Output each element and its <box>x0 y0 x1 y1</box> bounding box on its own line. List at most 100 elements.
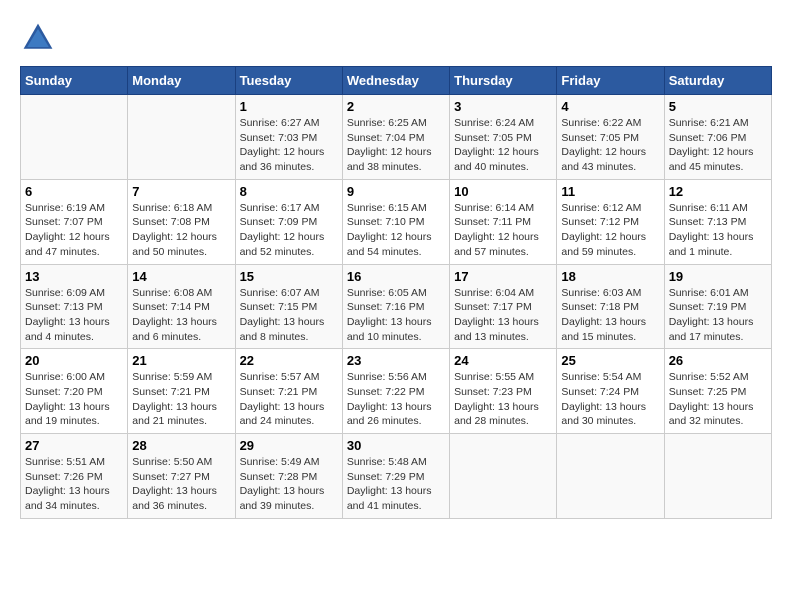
day-number: 15 <box>240 269 338 284</box>
day-number: 20 <box>25 353 123 368</box>
week-row-1: 1 Sunrise: 6:27 AMSunset: 7:03 PMDaylight… <box>21 95 772 180</box>
day-info: Sunrise: 5:52 AMSunset: 7:25 PMDaylight:… <box>669 370 767 429</box>
calendar-cell: 26 Sunrise: 5:52 AMSunset: 7:25 PMDayligh… <box>664 349 771 434</box>
day-info: Sunrise: 5:48 AMSunset: 7:29 PMDaylight:… <box>347 455 445 514</box>
day-number: 30 <box>347 438 445 453</box>
calendar-cell: 4 Sunrise: 6:22 AMSunset: 7:05 PMDaylight… <box>557 95 664 180</box>
day-number: 23 <box>347 353 445 368</box>
day-number: 11 <box>561 184 659 199</box>
day-info: Sunrise: 6:22 AMSunset: 7:05 PMDaylight:… <box>561 116 659 175</box>
day-info: Sunrise: 6:27 AMSunset: 7:03 PMDaylight:… <box>240 116 338 175</box>
logo-icon <box>20 20 56 56</box>
day-info: Sunrise: 5:57 AMSunset: 7:21 PMDaylight:… <box>240 370 338 429</box>
calendar-cell: 13 Sunrise: 6:09 AMSunset: 7:13 PMDayligh… <box>21 264 128 349</box>
calendar-cell <box>664 434 771 519</box>
calendar-cell: 29 Sunrise: 5:49 AMSunset: 7:28 PMDayligh… <box>235 434 342 519</box>
header-tuesday: Tuesday <box>235 67 342 95</box>
week-row-5: 27 Sunrise: 5:51 AMSunset: 7:26 PMDayligh… <box>21 434 772 519</box>
day-number: 5 <box>669 99 767 114</box>
calendar-table: SundayMondayTuesdayWednesdayThursdayFrid… <box>20 66 772 519</box>
day-number: 2 <box>347 99 445 114</box>
header-monday: Monday <box>128 67 235 95</box>
calendar-cell: 8Sunrise: 6:17 AMSunset: 7:09 PMDaylight… <box>235 179 342 264</box>
week-row-2: 6 Sunrise: 6:19 AMSunset: 7:07 PMDaylight… <box>21 179 772 264</box>
calendar-body: 1 Sunrise: 6:27 AMSunset: 7:03 PMDaylight… <box>21 95 772 519</box>
calendar-cell: 3Sunrise: 6:24 AMSunset: 7:05 PMDaylight… <box>450 95 557 180</box>
logo <box>20 20 60 56</box>
calendar-cell: 19Sunrise: 6:01 AMSunset: 7:19 PMDayligh… <box>664 264 771 349</box>
day-info: Sunrise: 5:49 AMSunset: 7:28 PMDaylight:… <box>240 455 338 514</box>
calendar-cell: 23 Sunrise: 5:56 AMSunset: 7:22 PMDayligh… <box>342 349 449 434</box>
day-number: 28 <box>132 438 230 453</box>
day-number: 21 <box>132 353 230 368</box>
calendar-cell: 28 Sunrise: 5:50 AMSunset: 7:27 PMDayligh… <box>128 434 235 519</box>
day-number: 12 <box>669 184 767 199</box>
day-info: Sunrise: 6:04 AMSunset: 7:17 PMDaylight:… <box>454 286 552 345</box>
calendar-cell: 12 Sunrise: 6:11 AMSunset: 7:13 PMDayligh… <box>664 179 771 264</box>
day-info: Sunrise: 6:12 AMSunset: 7:12 PMDaylight:… <box>561 201 659 260</box>
calendar-cell: 1 Sunrise: 6:27 AMSunset: 7:03 PMDaylight… <box>235 95 342 180</box>
day-info: Sunrise: 6:14 AMSunset: 7:11 PMDaylight:… <box>454 201 552 260</box>
header-sunday: Sunday <box>21 67 128 95</box>
day-info: Sunrise: 6:19 AMSunset: 7:07 PMDaylight:… <box>25 201 123 260</box>
calendar-cell: 2 Sunrise: 6:25 AMSunset: 7:04 PMDaylight… <box>342 95 449 180</box>
calendar-cell: 6 Sunrise: 6:19 AMSunset: 7:07 PMDaylight… <box>21 179 128 264</box>
calendar-cell: 16 Sunrise: 6:05 AMSunset: 7:16 PMDayligh… <box>342 264 449 349</box>
day-info: Sunrise: 6:21 AMSunset: 7:06 PMDaylight:… <box>669 116 767 175</box>
calendar-cell: 30 Sunrise: 5:48 AMSunset: 7:29 PMDayligh… <box>342 434 449 519</box>
day-info: Sunrise: 6:09 AMSunset: 7:13 PMDaylight:… <box>25 286 123 345</box>
day-number: 22 <box>240 353 338 368</box>
header-row: SundayMondayTuesdayWednesdayThursdayFrid… <box>21 67 772 95</box>
day-number: 18 <box>561 269 659 284</box>
calendar-cell: 17 Sunrise: 6:04 AMSunset: 7:17 PMDayligh… <box>450 264 557 349</box>
day-number: 27 <box>25 438 123 453</box>
calendar-header: SundayMondayTuesdayWednesdayThursdayFrid… <box>21 67 772 95</box>
day-info: Sunrise: 6:08 AMSunset: 7:14 PMDaylight:… <box>132 286 230 345</box>
day-info: Sunrise: 5:51 AMSunset: 7:26 PMDaylight:… <box>25 455 123 514</box>
day-info: Sunrise: 6:07 AMSunset: 7:15 PMDaylight:… <box>240 286 338 345</box>
calendar-cell: 21Sunrise: 5:59 AMSunset: 7:21 PMDayligh… <box>128 349 235 434</box>
calendar-cell: 24 Sunrise: 5:55 AMSunset: 7:23 PMDayligh… <box>450 349 557 434</box>
header-friday: Friday <box>557 67 664 95</box>
day-info: Sunrise: 5:56 AMSunset: 7:22 PMDaylight:… <box>347 370 445 429</box>
day-number: 1 <box>240 99 338 114</box>
header-thursday: Thursday <box>450 67 557 95</box>
day-info: Sunrise: 6:15 AMSunset: 7:10 PMDaylight:… <box>347 201 445 260</box>
day-number: 25 <box>561 353 659 368</box>
day-info: Sunrise: 6:05 AMSunset: 7:16 PMDaylight:… <box>347 286 445 345</box>
day-info: Sunrise: 6:24 AMSunset: 7:05 PMDaylight:… <box>454 116 552 175</box>
day-info: Sunrise: 6:25 AMSunset: 7:04 PMDaylight:… <box>347 116 445 175</box>
day-info: Sunrise: 6:01 AMSunset: 7:19 PMDaylight:… <box>669 286 767 345</box>
calendar-cell: 25 Sunrise: 5:54 AMSunset: 7:24 PMDayligh… <box>557 349 664 434</box>
calendar-cell: 18 Sunrise: 6:03 AMSunset: 7:18 PMDayligh… <box>557 264 664 349</box>
calendar-cell: 22 Sunrise: 5:57 AMSunset: 7:21 PMDayligh… <box>235 349 342 434</box>
calendar-cell: 9 Sunrise: 6:15 AMSunset: 7:10 PMDaylight… <box>342 179 449 264</box>
header-wednesday: Wednesday <box>342 67 449 95</box>
day-info: Sunrise: 6:17 AMSunset: 7:09 PMDaylight:… <box>240 201 338 260</box>
page-header <box>20 20 772 56</box>
week-row-4: 20Sunrise: 6:00 AMSunset: 7:20 PMDayligh… <box>21 349 772 434</box>
day-info: Sunrise: 5:54 AMSunset: 7:24 PMDaylight:… <box>561 370 659 429</box>
day-number: 13 <box>25 269 123 284</box>
day-number: 24 <box>454 353 552 368</box>
day-number: 16 <box>347 269 445 284</box>
calendar-cell: 14 Sunrise: 6:08 AMSunset: 7:14 PMDayligh… <box>128 264 235 349</box>
day-number: 4 <box>561 99 659 114</box>
day-number: 26 <box>669 353 767 368</box>
day-info: Sunrise: 6:11 AMSunset: 7:13 PMDaylight:… <box>669 201 767 260</box>
calendar-cell <box>450 434 557 519</box>
calendar-cell: 11 Sunrise: 6:12 AMSunset: 7:12 PMDayligh… <box>557 179 664 264</box>
day-number: 7 <box>132 184 230 199</box>
calendar-cell: 27 Sunrise: 5:51 AMSunset: 7:26 PMDayligh… <box>21 434 128 519</box>
day-number: 6 <box>25 184 123 199</box>
day-number: 29 <box>240 438 338 453</box>
day-number: 17 <box>454 269 552 284</box>
day-number: 9 <box>347 184 445 199</box>
calendar-cell: 10Sunrise: 6:14 AMSunset: 7:11 PMDayligh… <box>450 179 557 264</box>
day-number: 14 <box>132 269 230 284</box>
calendar-cell: 5 Sunrise: 6:21 AMSunset: 7:06 PMDaylight… <box>664 95 771 180</box>
day-info: Sunrise: 6:18 AMSunset: 7:08 PMDaylight:… <box>132 201 230 260</box>
day-info: Sunrise: 5:55 AMSunset: 7:23 PMDaylight:… <box>454 370 552 429</box>
day-info: Sunrise: 5:50 AMSunset: 7:27 PMDaylight:… <box>132 455 230 514</box>
day-info: Sunrise: 6:03 AMSunset: 7:18 PMDaylight:… <box>561 286 659 345</box>
